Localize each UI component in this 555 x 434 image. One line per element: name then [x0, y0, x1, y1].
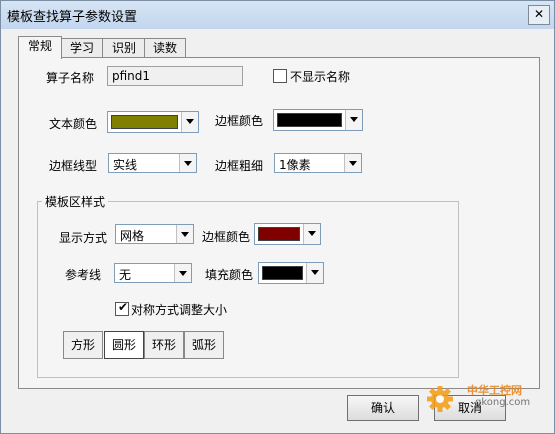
hide-name-label: 不显示名称	[290, 70, 351, 84]
tab-read[interactable]: 读数	[144, 38, 186, 58]
title-bar[interactable]: 模板查找算子参数设置 ✕	[1, 1, 554, 29]
chevron-down-icon[interactable]	[179, 154, 196, 172]
symmetric-resize-label: 对称方式调整大小	[131, 303, 228, 317]
border-width-select[interactable]: 1像素	[274, 153, 362, 173]
tab-learn[interactable]: 学习	[60, 38, 104, 58]
close-button[interactable]: ✕	[528, 5, 550, 25]
shape-circle-button[interactable]: 圆形	[104, 331, 144, 359]
display-mode-label: 显示方式	[59, 231, 108, 245]
group-border-color-swatch	[258, 227, 300, 241]
text-color-label: 文本颜色	[49, 117, 98, 131]
border-color-select[interactable]	[273, 109, 363, 131]
operator-name-label: 算子名称	[46, 71, 95, 85]
text-color-swatch	[111, 115, 178, 129]
ok-button[interactable]: 确认	[347, 395, 419, 421]
reference-line-label: 参考线	[65, 268, 102, 282]
group-border-color-label: 边框颜色	[202, 230, 251, 244]
chevron-down-icon[interactable]	[306, 263, 323, 283]
reference-line-select[interactable]: 无	[114, 263, 192, 283]
operator-name-input[interactable]: pfind1	[107, 66, 243, 86]
hide-name-checkbox[interactable]	[273, 69, 287, 83]
text-color-select[interactable]	[107, 111, 199, 133]
symmetric-resize-checkbox[interactable]: ✔	[115, 300, 129, 316]
chevron-down-icon[interactable]	[344, 154, 361, 172]
tab-recognize[interactable]: 识别	[102, 38, 146, 58]
chevron-down-icon[interactable]	[345, 110, 362, 130]
shape-ring-button[interactable]: 环形	[144, 331, 184, 359]
fill-color-label: 填充颜色	[205, 268, 254, 282]
shape-arc-button[interactable]: 弧形	[184, 331, 224, 359]
border-style-label: 边框线型	[49, 159, 98, 173]
template-style-title: 模板区样式	[42, 193, 109, 210]
fill-color-swatch	[262, 266, 303, 280]
chevron-down-icon[interactable]	[176, 225, 193, 243]
dialog-window: 模板查找算子参数设置 ✕ 常规 学习 识别 读数 算子名称 pfind1 不显示…	[0, 0, 555, 434]
chevron-down-icon[interactable]	[303, 224, 320, 244]
check-icon: ✔	[118, 300, 129, 314]
group-border-color-select[interactable]	[254, 223, 321, 245]
watermark-site: gkong.com	[475, 397, 531, 408]
border-color-swatch	[277, 113, 342, 127]
border-style-select[interactable]: 实线	[108, 153, 197, 173]
display-mode-select[interactable]: 网格	[115, 224, 194, 244]
border-width-label: 边框粗细	[215, 159, 264, 173]
fill-color-select[interactable]	[258, 262, 324, 284]
chevron-down-icon[interactable]	[174, 264, 191, 282]
chevron-down-icon[interactable]	[181, 112, 198, 132]
border-color-label: 边框颜色	[215, 114, 264, 128]
shape-square-button[interactable]: 方形	[63, 331, 103, 359]
window-title: 模板查找算子参数设置	[7, 10, 138, 25]
tab-general[interactable]: 常规	[18, 36, 62, 59]
watermark-brand: 中华工控网	[467, 384, 522, 397]
